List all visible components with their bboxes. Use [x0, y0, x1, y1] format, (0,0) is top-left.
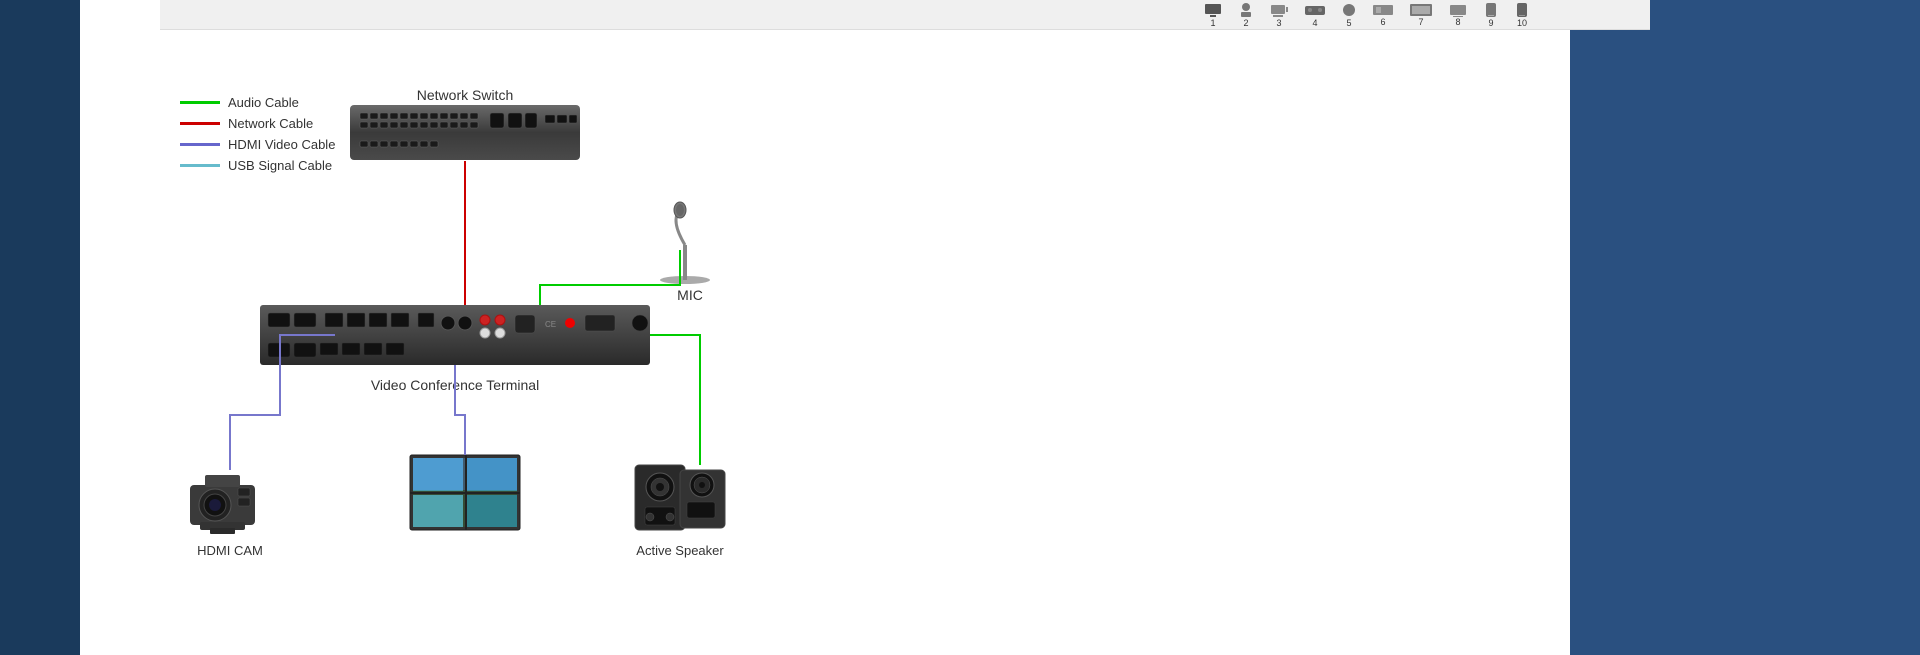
mic-label: MIC	[677, 287, 703, 303]
right-sidebar	[1570, 0, 1920, 655]
mic-device	[660, 202, 710, 284]
speaker-label: Active Speaker	[636, 543, 724, 558]
top-device-6: 6	[1372, 3, 1394, 27]
camera-label: HDMI CAM	[197, 543, 263, 558]
top-device-5: 5	[1341, 2, 1357, 28]
speaker-device	[635, 465, 725, 530]
top-device-4: 4	[1304, 2, 1326, 28]
svg-text:CE: CE	[545, 320, 556, 329]
top-device-7: 7	[1409, 3, 1433, 27]
top-device-3: 3	[1269, 2, 1289, 28]
left-sidebar	[0, 0, 80, 655]
audio-cable-vct-speaker	[650, 335, 700, 465]
main-content: 1 2 3 4 5 6 7 8	[80, 0, 1570, 655]
top-device-2: 2	[1238, 2, 1254, 28]
diagram-svg: Network Switch CE	[160, 35, 1010, 655]
display-device	[410, 455, 520, 530]
audio-cable-mic-vct	[540, 250, 680, 305]
top-device-9: 9	[1483, 2, 1499, 28]
network-switch-label: Network Switch	[417, 87, 513, 103]
top-device-8: 8	[1448, 3, 1468, 27]
top-strip: 1 2 3 4 5 6 7 8	[160, 0, 1650, 30]
network-switch-device	[350, 105, 580, 160]
top-device-10: 10	[1514, 2, 1530, 28]
top-device-1: 1	[1203, 2, 1223, 28]
camera-device	[190, 475, 255, 534]
